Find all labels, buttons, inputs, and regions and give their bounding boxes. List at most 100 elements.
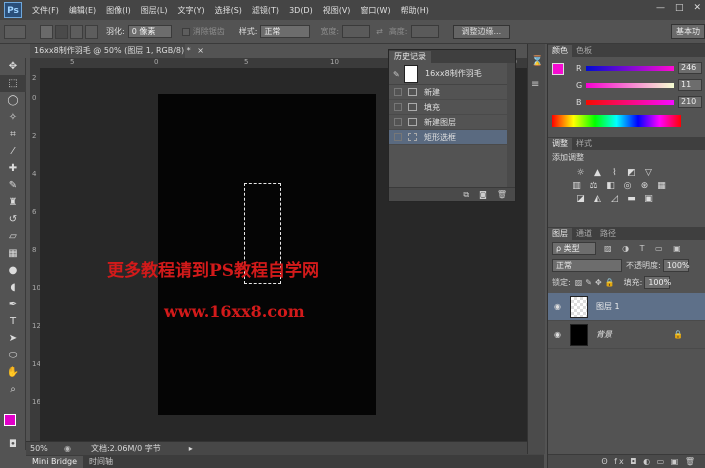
antialias-checkbox[interactable]	[181, 27, 190, 36]
zoom-level[interactable]: 50%	[30, 444, 60, 453]
history-brush-source-icon[interactable]: ✎	[393, 70, 400, 79]
red-value[interactable]: 246	[678, 62, 702, 74]
type-tool-icon[interactable]: T	[0, 313, 26, 330]
camera-icon[interactable]: ◙	[479, 190, 487, 199]
menu-help[interactable]: 帮助(H)	[401, 5, 429, 16]
invert-icon[interactable]: ◪	[574, 193, 587, 204]
photo-filter-icon[interactable]: ◎	[621, 180, 634, 191]
fill-input[interactable]: 100%	[644, 275, 671, 289]
intersect-selection-icon[interactable]	[85, 24, 98, 39]
layer-filter-icons[interactable]: ▨ ◑ T ▭ ▣	[604, 244, 685, 253]
tab-color[interactable]: 颜色	[548, 45, 572, 57]
brush-tool-icon[interactable]: ✎	[0, 177, 26, 194]
pen-tool-icon[interactable]: ✒	[0, 296, 26, 313]
magic-wand-tool-icon[interactable]: ✧	[0, 109, 26, 126]
curves-icon[interactable]: ⌇	[608, 167, 621, 178]
green-slider[interactable]	[586, 83, 674, 88]
close-icon[interactable]: ✕	[693, 3, 701, 13]
tab-adjustments[interactable]: 调整	[548, 138, 572, 150]
history-brush-tool-icon[interactable]: ↺	[0, 211, 26, 228]
status-menu-arrow-icon[interactable]: ▸	[189, 444, 193, 453]
menu-edit[interactable]: 编辑(E)	[69, 5, 96, 16]
tab-timeline[interactable]: 时间轴	[83, 456, 119, 468]
tab-close-icon[interactable]: ×	[197, 46, 204, 55]
exposure-icon[interactable]: ◩	[625, 167, 638, 178]
opacity-input[interactable]: 100%	[662, 259, 690, 272]
layer-row[interactable]: ◉ 图层 1	[548, 293, 705, 321]
width-input[interactable]	[342, 25, 371, 38]
tab-paths[interactable]: 路径	[596, 228, 620, 240]
vibrance-icon[interactable]: ▽	[642, 167, 655, 178]
layers-footer-icons[interactable]: ʘ fx ◘ ◐ ▭ ▣ 🗑	[548, 454, 705, 468]
new-document-from-state-icon[interactable]: ⧉	[463, 190, 469, 200]
trash-icon[interactable]: 🗑	[497, 190, 507, 199]
history-panel-icon[interactable]: ⌛	[531, 56, 543, 67]
path-selection-tool-icon[interactable]: ➤	[0, 330, 26, 347]
blue-slider[interactable]	[586, 100, 674, 105]
layer-filter-select[interactable]: ρ 类型	[552, 242, 596, 255]
refine-edge-button[interactable]: 调整边缘...	[452, 24, 511, 39]
history-source-checkbox[interactable]	[394, 103, 402, 111]
black-white-icon[interactable]: ◧	[604, 180, 617, 191]
eye-icon[interactable]: ◉	[554, 302, 564, 311]
zoom-tool-icon[interactable]: ⌕	[0, 381, 26, 398]
menu-filter[interactable]: 滤镜(T)	[252, 5, 279, 16]
subtract-selection-icon[interactable]	[70, 24, 83, 39]
minimize-icon[interactable]: —	[656, 3, 665, 13]
gradient-map-icon[interactable]: ▬	[625, 193, 638, 204]
color-spectrum-bar[interactable]	[552, 115, 681, 127]
ellipse-tool-icon[interactable]: ⬭	[0, 347, 26, 364]
menu-3d[interactable]: 3D(D)	[289, 6, 313, 15]
red-slider[interactable]	[586, 66, 674, 71]
tab-mini-bridge[interactable]: Mini Bridge	[26, 456, 84, 468]
foreground-color-swatch[interactable]	[4, 414, 16, 426]
tab-history[interactable]: 历史记录	[389, 51, 431, 63]
document-tab[interactable]: 16xx8制作羽毛 @ 50% (图层 1, RGB/8) * ×	[30, 44, 204, 58]
lasso-tool-icon[interactable]: ◯	[0, 92, 26, 109]
history-item-selected[interactable]: 矩形选框	[389, 130, 515, 145]
blue-value[interactable]: 210	[678, 96, 702, 108]
eraser-tool-icon[interactable]: ▱	[0, 228, 26, 245]
restore-icon[interactable]: □	[675, 3, 684, 13]
history-snapshot[interactable]: ✎ 16xx8制作羽毛	[389, 63, 515, 85]
tab-styles[interactable]: 样式	[572, 138, 596, 150]
menu-layer[interactable]: 图层(L)	[141, 5, 168, 16]
history-item[interactable]: 新建图层	[389, 115, 515, 130]
lock-icons[interactable]: ▨✎✥🔒	[575, 278, 618, 287]
history-item[interactable]: 填充	[389, 100, 515, 115]
layer-row[interactable]: ◉ 背景 🔒	[548, 321, 705, 349]
workspace-switcher[interactable]: 基本功	[671, 24, 705, 39]
brightness-contrast-icon[interactable]: ☼	[574, 167, 587, 178]
layer-name[interactable]: 背景	[596, 329, 612, 340]
tab-swatches[interactable]: 色板	[572, 45, 596, 57]
history-item[interactable]: 新建	[389, 85, 515, 100]
dodge-tool-icon[interactable]: ◖	[0, 279, 26, 296]
marquee-tool-preset-icon[interactable]	[4, 24, 26, 39]
history-source-checkbox[interactable]	[394, 118, 402, 126]
history-source-checkbox[interactable]	[394, 88, 402, 96]
layer-name[interactable]: 图层 1	[596, 301, 620, 312]
tab-layers[interactable]: 图层	[548, 228, 572, 240]
blur-tool-icon[interactable]: ●	[0, 262, 26, 279]
rectangular-marquee-tool-icon[interactable]: ⬚	[0, 75, 26, 92]
new-selection-icon[interactable]	[40, 24, 53, 39]
tab-channels[interactable]: 通道	[572, 228, 596, 240]
threshold-icon[interactable]: ◿	[608, 193, 621, 204]
selective-color-icon[interactable]: ▣	[642, 193, 655, 204]
color-balance-icon[interactable]: ⚖	[587, 180, 600, 191]
history-scrollbar[interactable]	[507, 63, 515, 188]
menu-view[interactable]: 视图(V)	[323, 5, 351, 16]
menu-type[interactable]: 文字(Y)	[177, 5, 204, 16]
crop-tool-icon[interactable]: ⌗	[0, 126, 26, 143]
eyedropper-tool-icon[interactable]: ⁄	[0, 143, 26, 160]
eye-icon[interactable]: ◉	[554, 330, 564, 339]
healing-brush-tool-icon[interactable]: ✚	[0, 160, 26, 177]
style-select[interactable]: 正常	[260, 25, 311, 38]
info-icon[interactable]: ◉	[64, 444, 71, 453]
add-selection-icon[interactable]	[55, 24, 68, 39]
levels-icon[interactable]: ▲	[591, 167, 604, 178]
menu-image[interactable]: 图像(I)	[106, 5, 131, 16]
posterize-icon[interactable]: ◭	[591, 193, 604, 204]
history-source-checkbox[interactable]	[394, 133, 402, 141]
color-lookup-icon[interactable]: ▦	[655, 180, 668, 191]
